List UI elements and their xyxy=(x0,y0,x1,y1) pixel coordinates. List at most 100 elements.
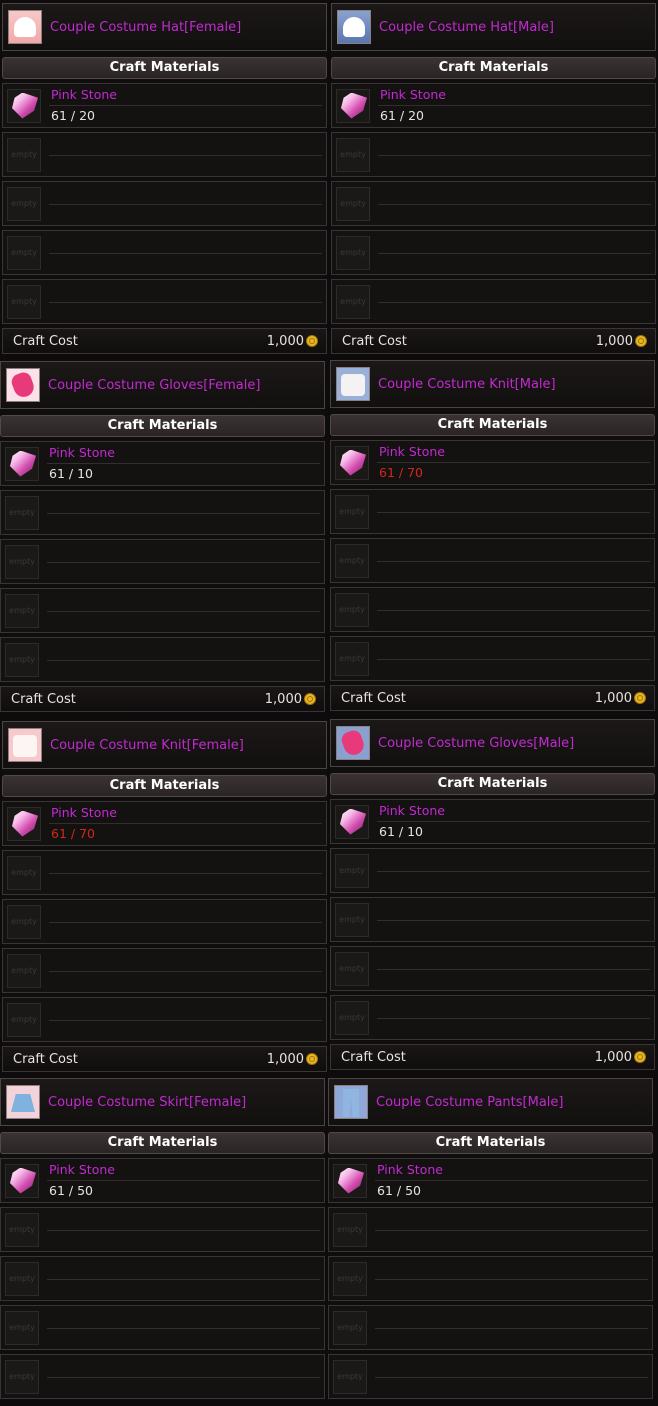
empty-material-slot: empty xyxy=(330,538,655,583)
empty-slot-icon: empty xyxy=(336,284,370,319)
item-header[interactable]: Couple Costume Gloves[Female] xyxy=(0,361,325,409)
material-count: 61 / 50 xyxy=(377,1183,421,1198)
empty-material-slot: empty xyxy=(0,1256,325,1301)
material-slot[interactable]: Pink Stone 61 / 10 xyxy=(330,799,655,844)
item-header[interactable]: Couple Costume Hat[Male] xyxy=(331,3,656,51)
item-title: Couple Costume Knit[Male] xyxy=(378,376,556,392)
empty-slot-icon: empty xyxy=(333,1261,367,1296)
material-slot[interactable]: Pink Stone 61 / 10 xyxy=(0,441,325,486)
empty-slot-icon: empty xyxy=(5,544,39,579)
craft-cost-value: 1,000 xyxy=(266,333,304,349)
empty-material-slot: empty xyxy=(0,1207,325,1252)
empty-slot-icon: empty xyxy=(333,1310,367,1345)
empty-material-slot: empty xyxy=(2,997,327,1042)
craft-cost-row: Craft Cost 1,000 xyxy=(330,1044,655,1070)
knit-male-icon[interactable] xyxy=(336,367,370,401)
material-name: Pink Stone xyxy=(379,803,445,818)
empty-material-slot: empty xyxy=(330,489,655,534)
empty-label: empty xyxy=(337,1372,363,1381)
material-name: Pink Stone xyxy=(379,444,445,459)
empty-material-slot: empty xyxy=(2,948,327,993)
item-title: Couple Costume Gloves[Male] xyxy=(378,735,575,751)
empty-label: empty xyxy=(339,1013,365,1022)
pink-stone-icon[interactable] xyxy=(335,804,369,839)
empty-slot-icon: empty xyxy=(335,641,369,676)
craft-materials-header: Craft Materials xyxy=(0,1132,325,1154)
empty-material-slot: empty xyxy=(328,1305,653,1350)
empty-material-slot: empty xyxy=(0,539,325,584)
pink-stone-icon[interactable] xyxy=(5,446,39,481)
material-count: 61 / 10 xyxy=(49,466,93,481)
item-title: Couple Costume Pants[Male] xyxy=(376,1094,564,1110)
pink-stone-icon[interactable] xyxy=(335,445,369,480)
empty-slot-icon: empty xyxy=(335,543,369,578)
material-slot[interactable]: Pink Stone 61 / 70 xyxy=(330,440,655,485)
material-slot[interactable]: Pink Stone 61 / 50 xyxy=(0,1158,325,1203)
craft-panel: Couple Costume Gloves[Male] Craft Materia… xyxy=(330,719,655,1070)
empty-slot-icon: empty xyxy=(5,593,39,628)
empty-slot-icon: empty xyxy=(7,235,41,270)
item-header[interactable]: Couple Costume Knit[Female] xyxy=(2,721,327,769)
item-header[interactable]: Couple Costume Pants[Male] xyxy=(328,1078,653,1126)
hat-male-icon[interactable] xyxy=(337,10,371,44)
empty-label: empty xyxy=(11,248,37,257)
item-header[interactable]: Couple Costume Knit[Male] xyxy=(330,360,655,408)
pink-stone-icon[interactable] xyxy=(336,88,370,123)
knit-female-icon[interactable] xyxy=(8,728,42,762)
material-slot[interactable]: Pink Stone 61 / 70 xyxy=(2,801,327,846)
gloves-female-icon[interactable] xyxy=(6,368,40,402)
gold-coin-icon xyxy=(304,693,316,705)
material-name: Pink Stone xyxy=(51,87,117,102)
craft-cost-row: Craft Cost 1,000 xyxy=(330,685,655,711)
pink-stone-icon[interactable] xyxy=(7,806,41,841)
empty-label: empty xyxy=(339,654,365,663)
empty-label: empty xyxy=(340,248,366,257)
item-header[interactable]: Couple Costume Gloves[Male] xyxy=(330,719,655,767)
craft-cost-label: Craft Cost xyxy=(341,690,406,706)
empty-slot-icon: empty xyxy=(336,235,370,270)
material-count: 61 / 70 xyxy=(51,826,95,841)
craft-materials-header: Craft Materials xyxy=(2,57,327,79)
gold-coin-icon xyxy=(635,335,647,347)
empty-label: empty xyxy=(9,1372,35,1381)
material-slot[interactable]: Pink Stone 61 / 20 xyxy=(331,83,656,128)
hat-female-icon[interactable] xyxy=(8,10,42,44)
pink-stone-icon[interactable] xyxy=(333,1163,367,1198)
empty-material-slot: empty xyxy=(331,230,656,275)
empty-label: empty xyxy=(340,150,366,159)
pants-male-icon[interactable] xyxy=(334,1085,368,1119)
craft-cost-label: Craft Cost xyxy=(13,1051,78,1067)
empty-material-slot: empty xyxy=(0,1354,325,1399)
item-header[interactable]: Couple Costume Hat[Female] xyxy=(2,3,327,51)
empty-slot-icon: empty xyxy=(7,855,41,890)
craft-cost-row: Craft Cost 1,000 xyxy=(2,328,327,354)
empty-label: empty xyxy=(9,1225,35,1234)
craft-panel: Couple Costume Skirt[Female] Craft Materi… xyxy=(0,1078,325,1399)
empty-material-slot: empty xyxy=(330,587,655,632)
item-title: Couple Costume Gloves[Female] xyxy=(48,377,261,393)
skirt-female-icon[interactable] xyxy=(6,1085,40,1119)
item-title: Couple Costume Knit[Female] xyxy=(50,737,244,753)
material-slot[interactable]: Pink Stone 61 / 20 xyxy=(2,83,327,128)
empty-slot-icon: empty xyxy=(336,186,370,221)
empty-material-slot: empty xyxy=(0,588,325,633)
pink-stone-icon[interactable] xyxy=(5,1163,39,1198)
empty-label: empty xyxy=(337,1274,363,1283)
pink-stone-icon[interactable] xyxy=(7,88,41,123)
empty-material-slot: empty xyxy=(330,897,655,942)
gloves-male-icon[interactable] xyxy=(336,726,370,760)
material-slot[interactable]: Pink Stone 61 / 50 xyxy=(328,1158,653,1203)
empty-material-slot: empty xyxy=(328,1354,653,1399)
craft-cost-value: 1,000 xyxy=(266,1051,304,1067)
empty-label: empty xyxy=(9,655,35,664)
empty-label: empty xyxy=(339,964,365,973)
craft-panel: Couple Costume Pants[Male] Craft Material… xyxy=(328,1078,653,1399)
empty-slot-icon: empty xyxy=(336,137,370,172)
empty-label: empty xyxy=(11,297,37,306)
item-header[interactable]: Couple Costume Skirt[Female] xyxy=(0,1078,325,1126)
empty-slot-icon: empty xyxy=(7,1002,41,1037)
empty-slot-icon: empty xyxy=(333,1212,367,1247)
empty-slot-icon: empty xyxy=(5,1359,39,1394)
craft-cost-label: Craft Cost xyxy=(342,333,407,349)
item-title: Couple Costume Hat[Male] xyxy=(379,19,554,35)
